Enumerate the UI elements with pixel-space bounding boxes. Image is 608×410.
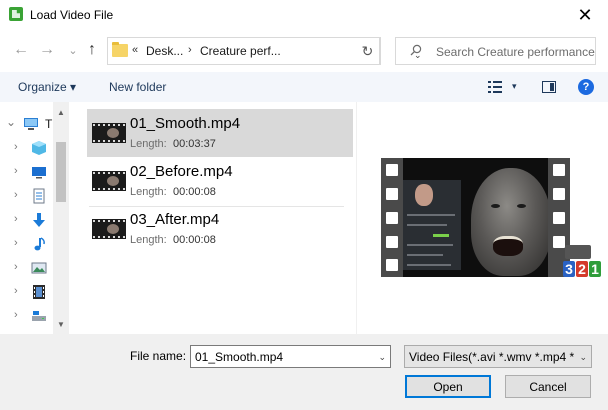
search-icon: [410, 44, 422, 56]
navigation-scrollbar[interactable]: ▲ ▼: [53, 102, 69, 334]
collapse-chevron-icon[interactable]: ›: [14, 261, 18, 273]
breadcrumb-overflow[interactable]: «: [132, 44, 138, 56]
file-length: 00:00:08: [173, 186, 216, 198]
scrollbar-thumb[interactable]: [56, 142, 66, 202]
file-length: 00:00:08: [173, 234, 216, 246]
file-item-01-smooth[interactable]: 01_Smooth.mp4 Length: 00:03:37: [87, 109, 353, 157]
collapse-chevron-icon[interactable]: ›: [14, 213, 18, 225]
breadcrumb-separator: ›: [188, 44, 192, 56]
file-length: 00:03:37: [173, 138, 216, 150]
file-name-value[interactable]: 01_Smooth.mp4: [195, 350, 283, 364]
scroll-up-icon[interactable]: ▲: [53, 104, 69, 120]
3d-objects-icon: [32, 141, 46, 155]
length-label: Length:: [130, 186, 167, 198]
scroll-down-icon[interactable]: ▼: [53, 316, 69, 332]
close-button[interactable]: ✕: [562, 0, 608, 31]
search-box[interactable]: Search Creature performance: [395, 37, 596, 65]
collapse-chevron-icon[interactable]: ›: [14, 285, 18, 297]
nav-item-this-pc[interactable]: ⌄ T: [0, 112, 55, 136]
nav-item-music[interactable]: ›: [0, 232, 55, 256]
view-dropdown-icon[interactable]: ▾: [512, 81, 517, 92]
chevron-down-icon[interactable]: ⌄: [579, 352, 587, 363]
preview-pane-icon[interactable]: [542, 81, 556, 93]
organize-menu[interactable]: Organize ▾: [18, 80, 76, 94]
logo-digit: 2: [576, 261, 588, 277]
downloads-icon: [33, 213, 45, 227]
video-thumbnail: [92, 171, 126, 191]
navigation-bar: ← → ⌄ ↑ « Desk... › Creature perf... ⌄ ↻…: [0, 31, 608, 69]
logo-digit: 3: [563, 261, 575, 277]
collapse-chevron-icon[interactable]: ›: [14, 237, 18, 249]
file-list: 01_Smooth.mp4 Length: 00:03:37 02_Before…: [80, 102, 356, 334]
search-placeholder: Search Creature performance: [436, 45, 595, 59]
desktop-icon: [32, 167, 46, 179]
back-button[interactable]: ←: [11, 40, 31, 60]
length-label: Length:: [130, 234, 167, 246]
command-bar: Organize ▾ New folder ▾ ?: [0, 72, 608, 102]
this-pc-icon: [24, 118, 38, 130]
expand-chevron-icon[interactable]: ⌄: [6, 115, 16, 129]
recent-locations-button[interactable]: ⌄: [63, 40, 83, 60]
nav-item-videos[interactable]: ›: [0, 280, 55, 304]
file-type-value[interactable]: Video Files(*.avi *.wmv *.mp4 *: [409, 350, 574, 364]
file-item-02-before[interactable]: 02_Before.mp4 Length: 00:00:08: [87, 157, 353, 205]
file-name-input[interactable]: 01_Smooth.mp4 ⌄: [190, 345, 391, 368]
video-thumbnail: [92, 219, 126, 239]
video-thumbnail: [92, 123, 126, 143]
forward-button[interactable]: →: [37, 40, 57, 60]
nav-item-desktop[interactable]: ›: [0, 160, 55, 184]
nav-item-local-disk[interactable]: ›: [0, 304, 55, 328]
nav-item-downloads[interactable]: ›: [0, 208, 55, 232]
breadcrumb-creature-performance[interactable]: Creature perf...: [200, 44, 281, 58]
length-label: Length:: [130, 138, 167, 150]
address-bar[interactable]: « Desk... › Creature perf... ⌄: [107, 37, 422, 65]
media-player-logo-icon: 3 2 1: [562, 245, 602, 285]
file-name: 02_Before.mp4: [130, 163, 233, 180]
collapse-chevron-icon[interactable]: ›: [14, 189, 18, 201]
file-name: 03_After.mp4: [130, 211, 220, 228]
app-icon: [9, 7, 23, 21]
nav-item-documents[interactable]: ›: [0, 184, 55, 208]
file-name: 01_Smooth.mp4: [130, 115, 241, 132]
preview-frame-image: [403, 158, 548, 277]
dialog-footer: File name: 01_Smooth.mp4 ⌄ Video Files(*…: [0, 334, 608, 410]
video-preview: [381, 158, 570, 277]
local-disk-icon: [32, 311, 46, 321]
file-item-03-after[interactable]: 03_After.mp4 Length: 00:00:08: [87, 205, 353, 253]
new-folder-button[interactable]: New folder: [109, 80, 166, 94]
folder-icon: [112, 42, 128, 57]
logo-digit: 1: [589, 261, 601, 277]
breadcrumb-desktop[interactable]: Desk...: [146, 44, 183, 58]
change-view-icon[interactable]: [488, 81, 502, 93]
cancel-button[interactable]: Cancel: [505, 375, 591, 398]
collapse-chevron-icon[interactable]: ›: [14, 141, 18, 153]
file-type-select[interactable]: Video Files(*.avi *.wmv *.mp4 * ⌄: [404, 345, 592, 368]
title-bar: Load Video File ✕: [0, 0, 608, 31]
nav-item-label: T: [45, 117, 53, 131]
chevron-down-icon[interactable]: ⌄: [378, 352, 386, 363]
pictures-icon: [31, 262, 47, 274]
videos-icon: [33, 285, 45, 299]
window-title: Load Video File: [30, 8, 114, 22]
up-button[interactable]: ↑: [82, 40, 102, 60]
preview-pane: 3 2 1: [356, 102, 608, 334]
music-icon: [34, 237, 45, 251]
open-button[interactable]: Open: [405, 375, 491, 398]
help-icon[interactable]: ?: [578, 79, 594, 95]
film-strip-left: [381, 158, 403, 277]
nav-item-3d-objects[interactable]: ›: [0, 136, 55, 160]
nav-item-pictures[interactable]: ›: [0, 256, 55, 280]
file-name-label: File name:: [130, 349, 187, 363]
collapse-chevron-icon[interactable]: ›: [14, 309, 18, 321]
collapse-chevron-icon[interactable]: ›: [14, 165, 18, 177]
refresh-button[interactable]: ↻: [355, 37, 381, 65]
documents-icon: [33, 188, 45, 204]
